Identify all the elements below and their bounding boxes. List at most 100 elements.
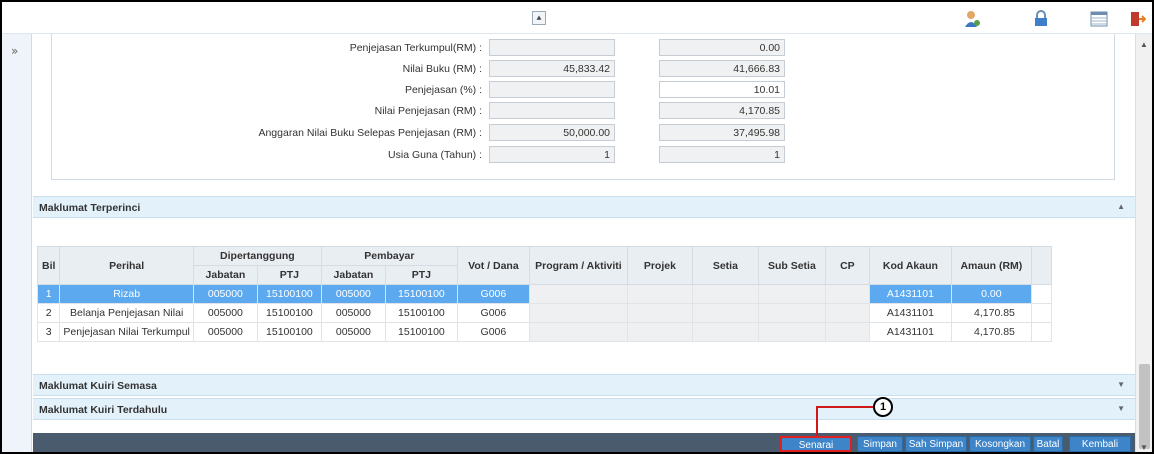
col-vot-dana: Vot / Dana xyxy=(456,246,530,285)
cell-setia[interactable] xyxy=(691,284,759,304)
cell-setia[interactable] xyxy=(691,322,759,342)
cell-cp[interactable] xyxy=(824,284,870,304)
table-row[interactable]: 1 Rizab 005000 15100100 005000 15100100 … xyxy=(36,284,1052,304)
scroll-thumb[interactable] xyxy=(1139,364,1150,449)
value-field-b: 0.00 xyxy=(659,39,785,56)
cell-bil: 2 xyxy=(36,303,61,323)
cell-vot: G006 xyxy=(456,303,530,323)
form-row: Penjejasan (%) : 10.01 xyxy=(52,80,812,100)
cell-sub-setia[interactable] xyxy=(757,322,826,342)
value-field-a xyxy=(489,39,615,56)
detail-grid: Bil Perihal Dipertanggung Pembayar Vot /… xyxy=(36,246,1135,354)
cell-projek[interactable] xyxy=(626,322,693,342)
cell-p-jabatan: 005000 xyxy=(320,284,386,304)
lock-icon[interactable] xyxy=(1032,10,1050,28)
kembali-button[interactable]: Kembali xyxy=(1069,436,1131,452)
section-kuiri-terdahulu[interactable]: Maklumat Kuiri Terdahulu ▼ xyxy=(33,398,1135,420)
cell-d-jabatan: 005000 xyxy=(192,284,258,304)
col-amaun: Amaun (RM) xyxy=(950,246,1032,285)
col-setia: Setia xyxy=(691,246,759,285)
col-sub-setia: Sub Setia xyxy=(757,246,826,285)
cell-d-jabatan: 005000 xyxy=(192,303,258,323)
cell-p-jabatan: 005000 xyxy=(320,322,386,342)
col-pembayar: Pembayar xyxy=(320,246,458,266)
collapse-up-button[interactable]: ⯅ xyxy=(532,11,546,25)
col-dipertanggung: Dipertanggung xyxy=(192,246,322,266)
cell-program[interactable] xyxy=(528,303,628,323)
annotation-marker: 1 xyxy=(873,397,893,417)
value-field-a: 1 xyxy=(489,146,615,163)
cell-projek[interactable] xyxy=(626,284,693,304)
cell-spacer xyxy=(1030,322,1052,342)
col-spacer xyxy=(1030,246,1052,285)
section-kuiri-semasa[interactable]: Maklumat Kuiri Semasa ▼ xyxy=(33,374,1135,396)
cell-perihal: Rizab xyxy=(59,284,194,304)
col-d-jabatan: Jabatan xyxy=(192,265,258,285)
cell-vot: G006 xyxy=(456,284,530,304)
asset-valuation-form: Penjejasan Terkumpul(RM) : 0.00 Nilai Bu… xyxy=(51,34,1115,180)
senarai-semak-button[interactable]: Senarai Semak xyxy=(780,436,852,452)
cell-cp[interactable] xyxy=(824,303,870,323)
cell-program[interactable] xyxy=(528,322,628,342)
form-row: Nilai Penjejasan (RM) : 4,170.85 xyxy=(52,101,812,121)
sah-simpan-button[interactable]: Sah Simpan xyxy=(905,436,967,452)
cell-spacer xyxy=(1030,284,1052,304)
collapse-caret-icon[interactable]: ▲ xyxy=(1117,202,1125,211)
col-kod-akaun: Kod Akaun xyxy=(868,246,952,285)
main-content: Penjejasan Terkumpul(RM) : 0.00 Nilai Bu… xyxy=(33,34,1135,452)
simpan-button[interactable]: Simpan xyxy=(857,436,903,452)
expand-caret-icon[interactable]: ▼ xyxy=(1117,404,1125,413)
scroll-up-icon[interactable]: ▲ xyxy=(1140,40,1148,49)
col-p-ptj: PTJ xyxy=(384,265,458,285)
cell-kod-akaun: A1431101 xyxy=(868,322,952,342)
col-cp: CP xyxy=(824,246,870,285)
form-row: Nilai Buku (RM) : 45,833.42 41,666.83 xyxy=(52,59,812,79)
section-maklumat-terperinci[interactable]: Maklumat Terperinci ▲ xyxy=(33,196,1135,218)
field-label: Anggaran Nilai Buku Selepas Penjejasan (… xyxy=(258,127,482,139)
table-row[interactable]: 3 Penjejasan Nilai Terkumpul 005000 1510… xyxy=(36,322,1052,342)
value-field-b: 1 xyxy=(659,146,785,163)
cell-vot: G006 xyxy=(456,322,530,342)
form-row: Anggaran Nilai Buku Selepas Penjejasan (… xyxy=(52,123,812,143)
col-d-ptj: PTJ xyxy=(256,265,322,285)
cell-p-ptj: 15100100 xyxy=(384,303,458,323)
cell-program[interactable] xyxy=(528,284,628,304)
cell-spacer xyxy=(1030,303,1052,323)
cell-cp[interactable] xyxy=(824,322,870,342)
cell-p-ptj: 15100100 xyxy=(384,284,458,304)
cell-amaun: 4,170.85 xyxy=(950,303,1032,323)
cell-bil: 3 xyxy=(36,322,61,342)
col-p-jabatan: Jabatan xyxy=(320,265,386,285)
col-bil: Bil xyxy=(36,246,61,285)
cell-d-ptj: 15100100 xyxy=(256,303,322,323)
left-sidebar-strip: » xyxy=(2,34,32,452)
penjejasan-percent-input[interactable]: 10.01 xyxy=(659,81,785,98)
cell-bil: 1 xyxy=(36,284,61,304)
field-label: Nilai Penjejasan (RM) : xyxy=(374,105,482,117)
cell-sub-setia[interactable] xyxy=(757,303,826,323)
field-label: Usia Guna (Tahun) : xyxy=(388,149,482,161)
batal-button[interactable]: Batal xyxy=(1033,436,1063,452)
cell-perihal: Belanja Penjejasan Nilai xyxy=(59,303,194,323)
cell-setia[interactable] xyxy=(691,303,759,323)
value-field-a xyxy=(489,102,615,119)
app-window: ⯅ » Penjejasan Terkumpul(RM) : 0.00 Nila… xyxy=(0,0,1154,454)
cell-amaun: 4,170.85 xyxy=(950,322,1032,342)
cell-projek[interactable] xyxy=(626,303,693,323)
form-row: Usia Guna (Tahun) : 1 1 xyxy=(52,145,812,165)
expand-caret-icon[interactable]: ▼ xyxy=(1117,380,1125,389)
vertical-scrollbar[interactable]: ▲ ▼ xyxy=(1135,34,1152,452)
field-label: Penjejasan Terkumpul(RM) : xyxy=(349,42,482,54)
expand-sidebar-icon[interactable]: » xyxy=(11,44,18,58)
value-field-a: 50,000.00 xyxy=(489,124,615,141)
top-bar: ⯅ xyxy=(2,2,1152,34)
exit-door-icon[interactable] xyxy=(1128,10,1146,28)
scroll-down-icon[interactable]: ▼ xyxy=(1140,443,1148,452)
user-settings-icon[interactable] xyxy=(963,10,981,28)
kosongkan-button[interactable]: Kosongkan xyxy=(969,436,1031,452)
cell-kod-akaun: A1431101 xyxy=(868,284,952,304)
table-row[interactable]: 2 Belanja Penjejasan Nilai 005000 151001… xyxy=(36,303,1052,323)
table-view-icon[interactable] xyxy=(1090,10,1108,28)
cell-amaun: 0.00 xyxy=(950,284,1032,304)
cell-sub-setia[interactable] xyxy=(757,284,826,304)
